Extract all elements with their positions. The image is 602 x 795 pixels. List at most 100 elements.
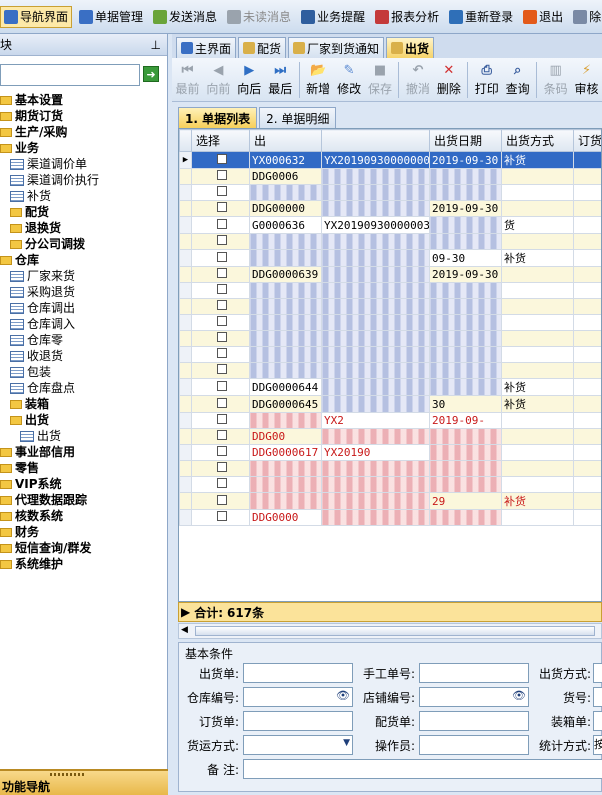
- row-checkbox[interactable]: [216, 380, 227, 391]
- row-checkbox[interactable]: [216, 348, 227, 358]
- table-row[interactable]: DDG0000639 2019-09-30: [179, 266, 601, 283]
- top-menu-item-2[interactable]: 发送消息: [150, 6, 220, 28]
- tree-node-28[interactable]: 短信查询/群发: [0, 540, 168, 556]
- tree-node-9[interactable]: 分公司调拨: [0, 236, 168, 252]
- manual-no-input[interactable]: [419, 663, 529, 683]
- operator-input[interactable]: [419, 735, 529, 755]
- toolbar-button-15[interactable]: ▥ 条码: [540, 62, 571, 97]
- top-menu-item-1[interactable]: 单据管理: [76, 6, 146, 28]
- row-select-cell[interactable]: [191, 233, 250, 250]
- row-select-cell[interactable]: [191, 266, 250, 283]
- shipment-no-input[interactable]: [243, 663, 353, 683]
- row-select-cell[interactable]: [191, 151, 250, 169]
- toolbar-button-1[interactable]: ◀ 向前: [203, 62, 234, 97]
- tab-0[interactable]: 主界面: [176, 37, 237, 58]
- row-select-cell[interactable]: [191, 282, 250, 299]
- row-checkbox[interactable]: [216, 430, 227, 440]
- tree-node-25[interactable]: 代理数据跟踪: [0, 492, 168, 508]
- row-checkbox[interactable]: [216, 446, 227, 456]
- tree-node-23[interactable]: 零售: [0, 460, 168, 476]
- tree-node-13[interactable]: 仓库调出: [0, 300, 168, 316]
- nav-search-input[interactable]: [0, 64, 140, 86]
- row-checkbox[interactable]: [216, 414, 227, 424]
- row-checkbox[interactable]: [216, 511, 227, 521]
- row-checkbox[interactable]: [216, 364, 227, 374]
- column-header-3[interactable]: 出货日期: [429, 129, 502, 152]
- go-arrow-icon[interactable]: ➜: [143, 66, 159, 82]
- tree-node-19[interactable]: 装箱: [0, 396, 168, 412]
- row-checkbox[interactable]: [216, 186, 227, 196]
- toolbar-button-12[interactable]: ⎙ 打印: [471, 62, 502, 97]
- tree-node-15[interactable]: 仓库零: [0, 332, 168, 348]
- tree-node-8[interactable]: 退换货: [0, 220, 168, 236]
- row-select-cell[interactable]: [191, 395, 250, 413]
- tree-node-17[interactable]: 包装: [0, 364, 168, 380]
- order-input[interactable]: [243, 711, 353, 731]
- row-checkbox[interactable]: [216, 218, 227, 229]
- row-select-cell[interactable]: [191, 168, 250, 185]
- table-row[interactable]: [179, 362, 601, 379]
- subtab-0[interactable]: 1. 单据列表: [178, 107, 258, 128]
- lookup-binoculars-icon[interactable]: 👁: [512, 689, 526, 702]
- allocation-input[interactable]: [419, 711, 529, 731]
- tab-2[interactable]: 厂家到货通知: [288, 37, 385, 58]
- table-row[interactable]: DDG0000617 YX20190: [179, 444, 601, 461]
- row-checkbox[interactable]: [216, 462, 227, 472]
- table-row[interactable]: DDG0000: [179, 509, 601, 526]
- tree-node-1[interactable]: 期货订货: [0, 108, 168, 124]
- tab-1[interactable]: 配货: [238, 37, 287, 58]
- horizontal-scrollbar[interactable]: ◀: [178, 623, 602, 639]
- lookup-binoculars-icon[interactable]: 👁: [336, 689, 350, 702]
- row-checkbox[interactable]: [216, 478, 227, 488]
- row-checkbox[interactable]: [216, 153, 227, 164]
- table-row[interactable]: [179, 314, 601, 331]
- table-row[interactable]: DDG0000645 30 补货: [179, 395, 601, 413]
- shipment-grid[interactable]: 选择出出货日期 出货方式 订货 ▶ YX000632 YX20190930000000 2…: [178, 128, 602, 602]
- row-select-cell[interactable]: [191, 249, 250, 267]
- chevron-down-icon[interactable]: ▼: [343, 738, 350, 748]
- top-menu-item-0[interactable]: 导航界面: [0, 5, 73, 28]
- tree-node-6[interactable]: 补货: [0, 188, 168, 204]
- toolbar-button-9[interactable]: ↶ 撤消: [402, 62, 433, 97]
- subtab-1[interactable]: 2. 单据明细: [259, 107, 337, 128]
- row-select-cell[interactable]: [191, 346, 250, 363]
- table-row[interactable]: 09-30 补货: [179, 249, 601, 267]
- tree-node-7[interactable]: 配货: [0, 204, 168, 220]
- row-checkbox[interactable]: [216, 284, 227, 294]
- table-row[interactable]: [179, 233, 601, 250]
- store-input[interactable]: 👁: [419, 687, 529, 707]
- nav-footer[interactable]: 功能导航: [0, 769, 168, 795]
- tree-node-21[interactable]: 出货: [0, 428, 168, 444]
- tree-node-26[interactable]: 核数系统: [0, 508, 168, 524]
- row-select-cell[interactable]: [191, 460, 250, 477]
- table-row[interactable]: ▶ YX000632 YX20190930000000 2019-09-30 补货: [179, 151, 601, 169]
- table-row[interactable]: DDG0006: [179, 168, 601, 185]
- row-select-cell[interactable]: [191, 314, 250, 331]
- top-menu-item-3[interactable]: 未读消息: [224, 6, 294, 28]
- warehouse-input[interactable]: 👁: [243, 687, 353, 707]
- ship-mode-input[interactable]: [593, 663, 602, 683]
- item-no-input[interactable]: [593, 687, 602, 707]
- table-row[interactable]: DDG00: [179, 428, 601, 445]
- tree-node-14[interactable]: 仓库调入: [0, 316, 168, 332]
- tree-node-22[interactable]: 事业部信用: [0, 444, 168, 460]
- row-select-cell[interactable]: [191, 200, 250, 217]
- column-header-4[interactable]: 出货方式: [501, 129, 574, 152]
- tree-node-16[interactable]: 收退货: [0, 348, 168, 364]
- table-row[interactable]: [179, 282, 601, 299]
- top-menu-item-7[interactable]: 退出: [520, 6, 566, 28]
- row-checkbox[interactable]: [216, 170, 227, 180]
- table-row[interactable]: [179, 184, 601, 201]
- row-checkbox[interactable]: [216, 332, 227, 342]
- row-select-cell[interactable]: [191, 184, 250, 201]
- row-select-cell[interactable]: [191, 216, 250, 234]
- row-select-cell[interactable]: [191, 509, 250, 526]
- row-select-cell[interactable]: [191, 330, 250, 347]
- scroll-thumb[interactable]: [195, 626, 595, 636]
- pin-icon[interactable]: ᅟ⊥: [140, 36, 162, 53]
- toolbar-button-3[interactable]: ⏭ 最后: [265, 62, 296, 97]
- toolbar-button-13[interactable]: ⌕ 查询: [502, 62, 533, 97]
- row-select-cell[interactable]: [191, 362, 250, 379]
- row-select-cell[interactable]: [191, 378, 250, 396]
- stat-mode-select[interactable]: 按: [593, 735, 602, 755]
